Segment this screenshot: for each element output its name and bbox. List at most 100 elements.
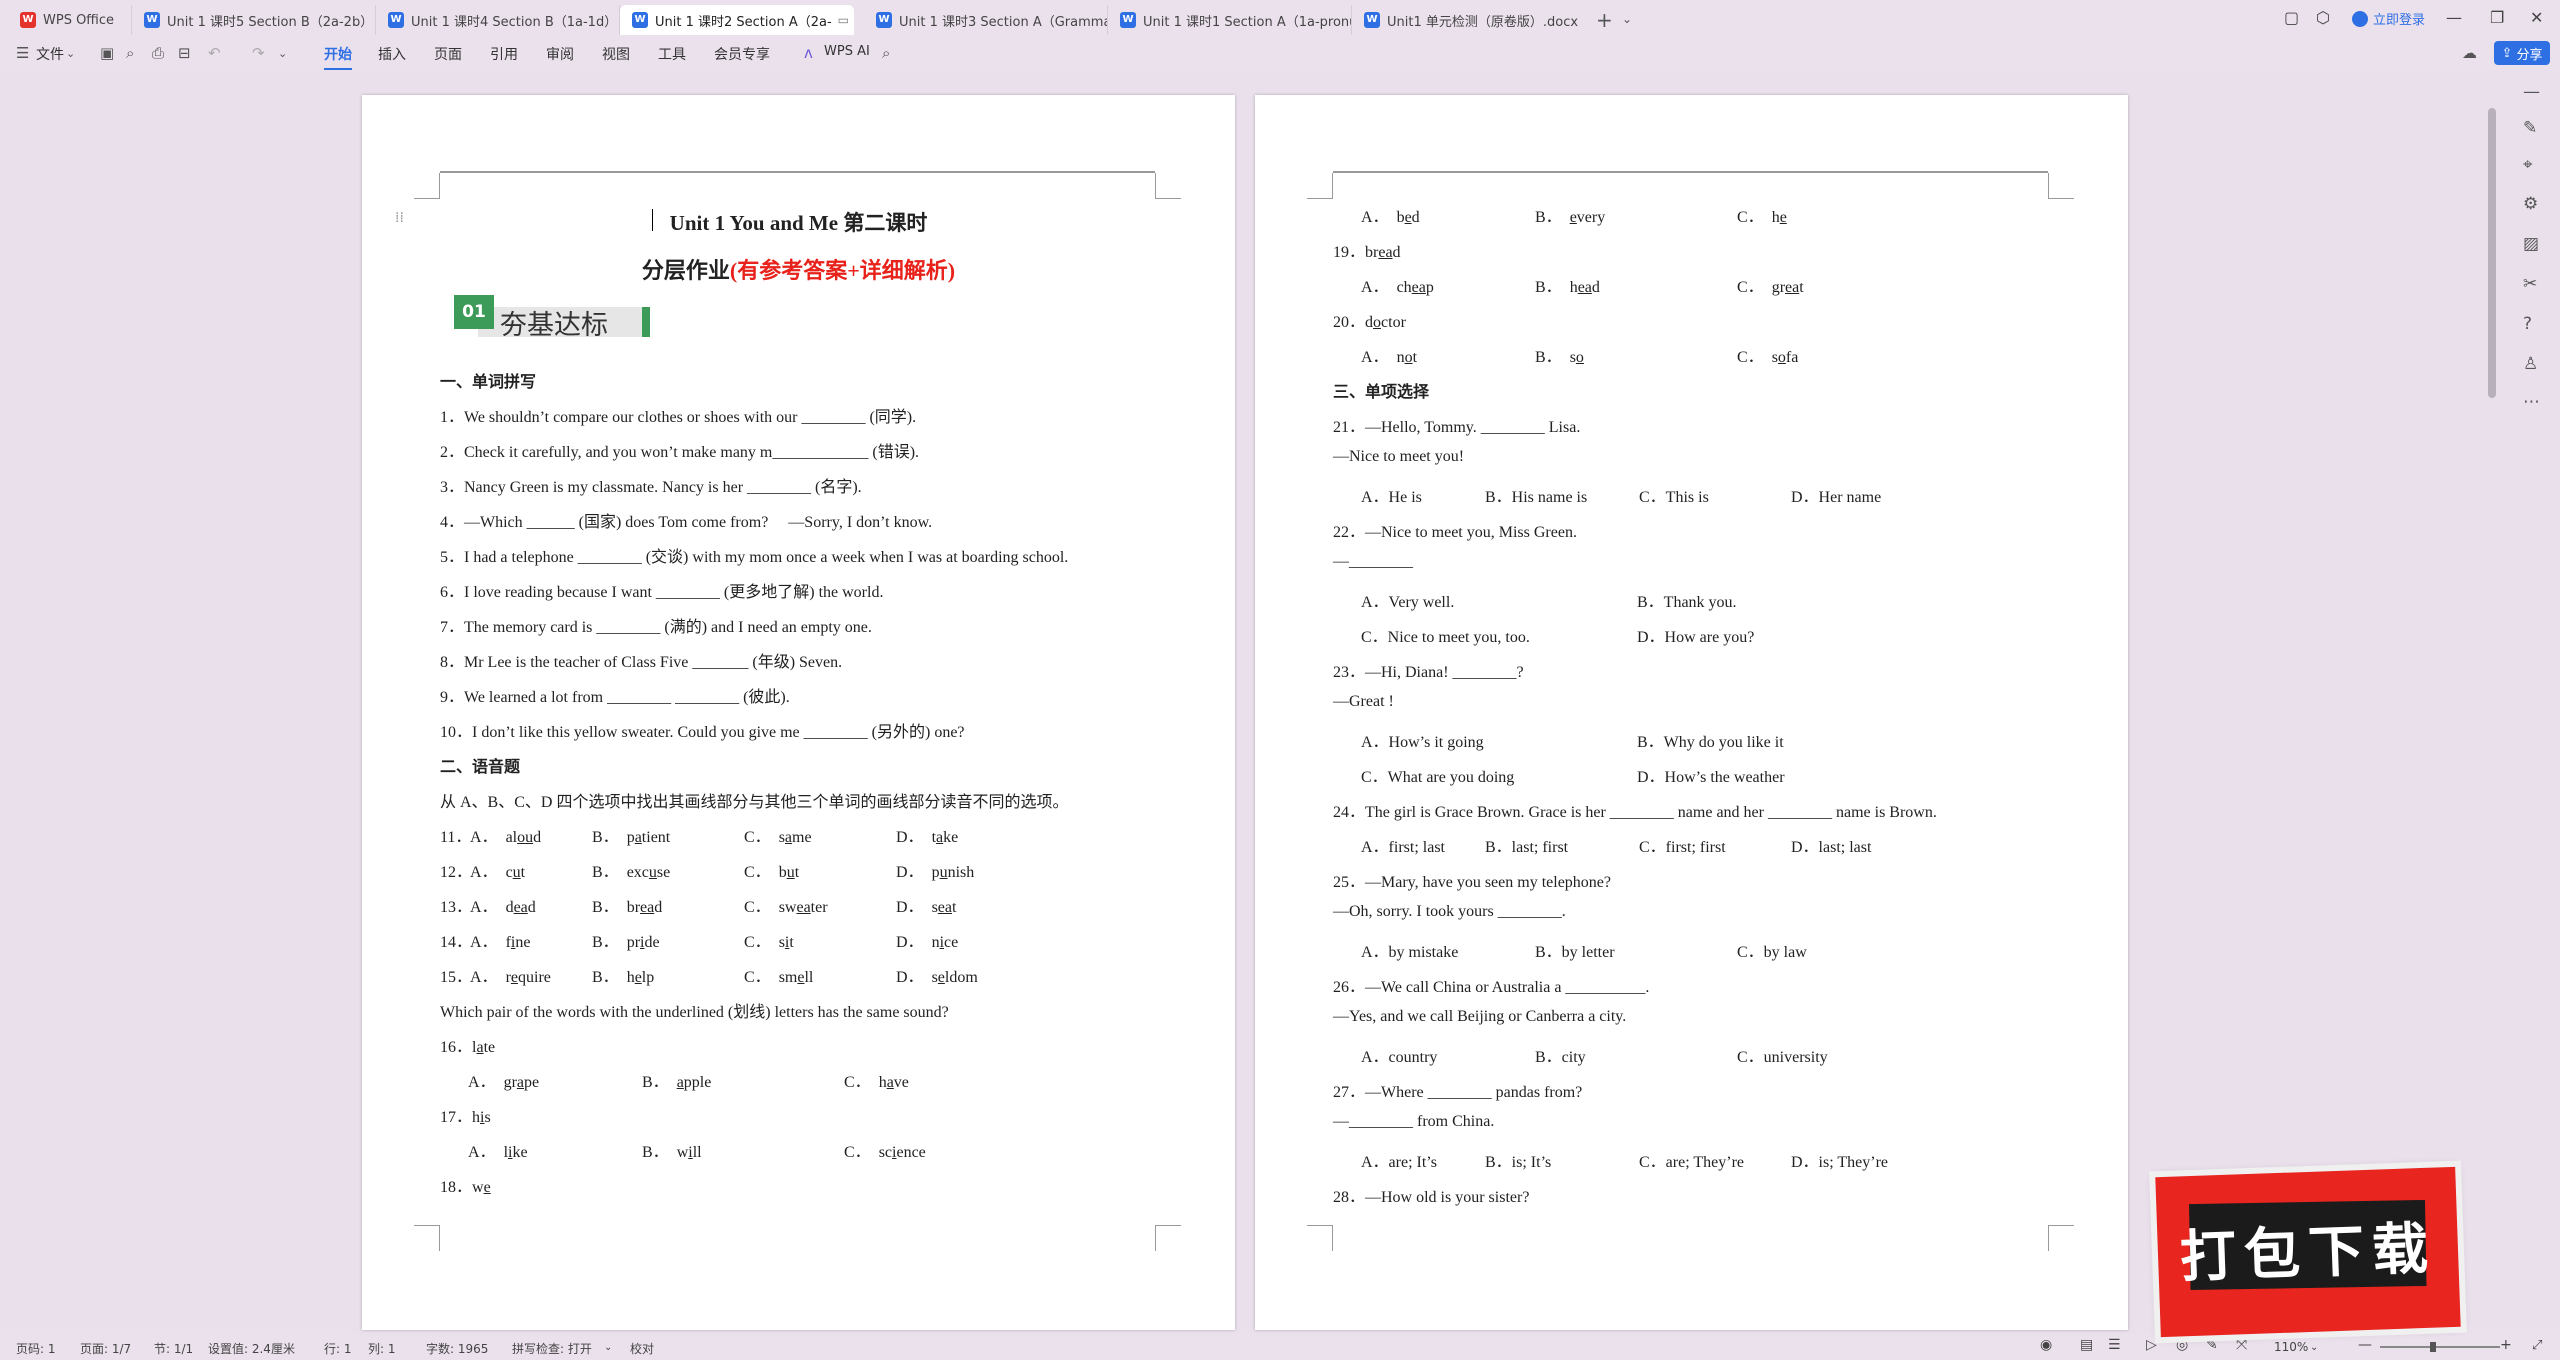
section-instructions: 从 A、B、C、D 四个选项中找出其画线部分与其他三个单词的画线部分读音不同的选… [440, 794, 1069, 811]
zoom-slider-handle[interactable] [2430, 1342, 2436, 1352]
tab-doc-5[interactable]: W Unit1 单元检测（原卷版）.docx [1352, 5, 1584, 35]
redo-icon[interactable]: ↷ [252, 44, 265, 62]
chevron-down-icon[interactable]: ⌄ [604, 1342, 612, 1353]
tab-doc-2[interactable]: W Unit 1 课时4 Section B（1a-1d）（ [376, 5, 620, 35]
option-letter: A． [470, 864, 498, 881]
login-button[interactable]: 立即登录 [2352, 9, 2425, 28]
word-part: ll [804, 969, 814, 986]
help-icon[interactable]: ? [2523, 314, 2532, 334]
document-page-1[interactable]: Unit 1 You and Me 第二课时 分层作业(有参考答案+详细解析) … [362, 95, 1235, 1330]
cube-icon[interactable]: ⬡ [2316, 8, 2330, 27]
web-view-icon[interactable]: ◎ [2176, 1337, 2188, 1353]
more-icon[interactable]: ⋯ [2523, 392, 2540, 412]
fullscreen-icon[interactable]: ⤢ [2532, 1338, 2542, 1353]
word-part: te [483, 1039, 496, 1056]
option-letter: A． [1361, 349, 1389, 366]
close-window-icon[interactable]: ✕ [2530, 8, 2543, 27]
print-preview-icon[interactable]: ⊟ [178, 44, 191, 62]
tab-insert[interactable]: 插入 [378, 44, 406, 64]
zoom-slider[interactable] [2380, 1346, 2500, 1348]
shirt-icon[interactable]: ♙ [2523, 354, 2538, 374]
hamburger-menu-icon[interactable]: ☰ [16, 44, 29, 62]
answer-option: B．last; first [1485, 839, 1569, 856]
restore-icon[interactable]: ❐ [2490, 8, 2504, 27]
answer-option: C． sweater [744, 893, 828, 917]
settings-sliders-icon[interactable]: ⚙ [2523, 194, 2538, 214]
status-words[interactable]: 字数: 1965 [426, 1340, 488, 1357]
tab-view[interactable]: 视图 [602, 44, 630, 64]
status-col[interactable]: 列: 1 [368, 1340, 396, 1357]
status-page[interactable]: 页码: 1 [16, 1340, 56, 1357]
answer-option: C．by law [1737, 944, 1807, 961]
save-icon[interactable]: ▣ [100, 44, 114, 62]
tab-doc-1[interactable]: W Unit 1 课时5 Section B（2a-2b）（ [132, 5, 376, 35]
minimize-icon[interactable]: — [2446, 8, 2462, 27]
image-icon[interactable]: ▨ [2523, 234, 2539, 254]
play-icon[interactable]: ▷ [2146, 1337, 2157, 1353]
word-part: t [1412, 349, 1418, 366]
tab-doc-3[interactable]: W Unit 1 课时3 Section A（Grammar F [864, 5, 1108, 35]
search-icon[interactable]: ⌕ [882, 44, 890, 62]
select-icon[interactable]: ⌖ [2523, 155, 2533, 175]
underlined-part: ea [796, 899, 811, 916]
download-promo-stamp[interactable]: 打包下载 [2155, 1166, 2461, 1338]
output-icon[interactable]: ⌕ [126, 44, 134, 62]
document-page-2[interactable]: A． bed B． every C． he 19．bread A． cheap B． head C． g… [1255, 95, 2128, 1330]
fit-icon[interactable]: ⤧ [2236, 1337, 2247, 1353]
status-row[interactable]: 行: 1 [324, 1340, 352, 1357]
cloud-sync-icon[interactable]: ☁ [2462, 44, 2477, 62]
word-part: fa [1785, 349, 1799, 366]
tab-tools[interactable]: 工具 [658, 44, 686, 64]
tab-wps-office[interactable]: W WPS Office [8, 5, 132, 35]
tab-doc-4[interactable]: W Unit 1 课时1 Section A（1a-pronun [1108, 5, 1352, 35]
eye-icon[interactable]: ◉ [2040, 1337, 2052, 1353]
zoom-level[interactable]: 110% [2274, 1340, 2308, 1354]
answer-option: B． help [592, 963, 654, 987]
status-setting[interactable]: 设置值: 2.4厘米 [208, 1340, 295, 1357]
option-letter: B． [592, 864, 619, 881]
share-button[interactable]: ⇪ 分享 [2494, 41, 2550, 65]
drag-handle-icon[interactable]: ⁞⁞ [395, 210, 404, 226]
word-part: t [1799, 279, 1804, 296]
tools-icon[interactable]: ✂ [2523, 274, 2537, 294]
corner-mark [1307, 1225, 1333, 1251]
status-proof[interactable]: 校对 [630, 1340, 654, 1357]
chevron-down-icon[interactable]: ⌄ [1622, 12, 1632, 26]
question-line: 7．The memory card is ________ (满的) and I… [440, 619, 872, 636]
answer-option: D．is; They’re [1791, 1154, 1889, 1171]
tab-home[interactable]: 开始 [324, 44, 352, 70]
new-tab-icon[interactable]: + [1596, 8, 1613, 32]
tab-page[interactable]: 页面 [434, 44, 462, 64]
tab-references[interactable]: 引用 [490, 44, 518, 64]
zoom-out-icon[interactable]: — [2358, 1337, 2372, 1353]
word-part: sc [878, 1144, 893, 1161]
word-part: lp [641, 969, 655, 986]
tab-member[interactable]: 会员专享 [714, 44, 770, 64]
section-instructions: Which pair of the words with the underli… [440, 1004, 949, 1021]
header-line [1333, 171, 2048, 173]
answer-option: B． so [1535, 343, 1584, 367]
collapse-icon[interactable]: — [2523, 82, 2540, 102]
option-letter: C． [844, 1074, 871, 1091]
tablet-mode-icon[interactable]: ▢ [2284, 8, 2299, 27]
chevron-down-icon[interactable]: ⌄ [278, 47, 287, 60]
pen-icon[interactable]: ✎ [2523, 118, 2537, 138]
status-pages[interactable]: 页面: 1/7 [80, 1340, 131, 1357]
undo-icon[interactable]: ↶ [208, 44, 221, 62]
zoom-in-icon[interactable]: + [2500, 1337, 2512, 1353]
print-icon[interactable]: ⎙ [152, 44, 164, 62]
answer-option: C． sit [744, 928, 794, 952]
tab-doc-active[interactable]: WUnit 1 课时2 Section A（2a-▭✕ [620, 5, 854, 35]
tab-review[interactable]: 审阅 [546, 44, 574, 64]
vertical-scrollbar[interactable] [2488, 108, 2496, 398]
edit-mode-icon[interactable]: ✎ [2206, 1337, 2218, 1353]
menu-file[interactable]: 文件 [36, 44, 64, 64]
outline-icon[interactable]: ☰ [2108, 1337, 2121, 1353]
status-section[interactable]: 节: 1/1 [154, 1340, 193, 1357]
answer-option: A．He is [1361, 489, 1422, 506]
chevron-down-icon[interactable]: ⌄ [66, 47, 75, 60]
chevron-down-icon[interactable]: ⌄ [2310, 1342, 2318, 1353]
status-spell[interactable]: 拼写检查: 打开 [512, 1340, 592, 1357]
wps-ai-button[interactable]: WPS AI [824, 44, 870, 59]
page-view-icon[interactable]: ▤ [2080, 1337, 2093, 1353]
